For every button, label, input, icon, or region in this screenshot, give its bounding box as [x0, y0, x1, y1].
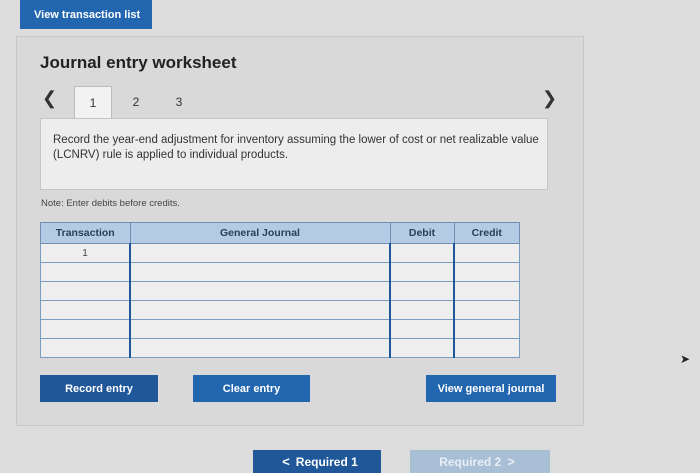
table-row — [40, 338, 520, 358]
table-row — [40, 281, 520, 301]
table-row — [40, 262, 520, 282]
credit-input[interactable] — [453, 281, 520, 301]
transaction-cell — [40, 281, 131, 301]
header-debit: Debit — [389, 222, 455, 244]
worksheet-tabs: ❮ 1 2 3 ❯ — [40, 86, 560, 118]
table-header-row: Transaction General Journal Debit Credit — [40, 222, 520, 244]
transaction-cell — [40, 338, 131, 358]
required-2-button[interactable]: Required 2 > — [410, 450, 550, 473]
credit-input[interactable] — [453, 319, 520, 339]
required-2-label: Required 2 — [439, 454, 502, 469]
chevron-left-icon[interactable]: ❮ — [42, 88, 57, 109]
required-1-label: Required 1 — [295, 454, 358, 469]
header-credit: Credit — [453, 222, 520, 244]
debit-input[interactable] — [389, 319, 455, 339]
journal-entry-table: Transaction General Journal Debit Credit… — [40, 222, 520, 358]
account-input[interactable] — [129, 281, 391, 301]
clear-entry-button[interactable]: Clear entry — [193, 375, 310, 402]
tab-1-label: 1 — [89, 95, 97, 110]
tab-2-label: 2 — [132, 95, 140, 109]
account-input[interactable] — [129, 243, 391, 263]
view-general-journal-label: View general journal — [437, 382, 545, 395]
table-row — [40, 300, 520, 320]
header-general-journal: General Journal — [129, 222, 391, 244]
credit-input[interactable] — [453, 243, 520, 263]
debit-input[interactable] — [389, 300, 455, 320]
view-transaction-list-label: View transaction list — [34, 8, 141, 21]
tab-3[interactable]: 3 — [160, 86, 198, 118]
chevron-right-icon: > — [507, 454, 515, 469]
table-row: 1 — [40, 243, 520, 263]
account-input[interactable] — [129, 262, 391, 282]
transaction-cell — [40, 319, 131, 339]
instructions-box: Record the year-end adjustment for inven… — [40, 118, 548, 190]
view-general-journal-button[interactable]: View general journal — [426, 375, 556, 402]
mouse-cursor-icon: ➤ — [680, 352, 691, 366]
transaction-cell — [40, 300, 131, 320]
debit-input[interactable] — [389, 262, 455, 282]
view-transaction-list-button[interactable]: View transaction list — [20, 0, 152, 29]
clear-entry-label: Clear entry — [222, 382, 281, 395]
required-1-button[interactable]: < Required 1 — [253, 450, 381, 473]
debit-input[interactable] — [389, 281, 455, 301]
credit-input[interactable] — [453, 338, 520, 358]
tab-1[interactable]: 1 — [74, 86, 112, 118]
transaction-cell: 1 — [40, 243, 131, 263]
account-input[interactable] — [129, 319, 391, 339]
instructions-text: Record the year-end adjustment for inven… — [53, 134, 539, 161]
tab-3-label: 3 — [175, 95, 183, 109]
account-input[interactable] — [129, 338, 391, 358]
chevron-right-icon[interactable]: ❯ — [542, 88, 557, 109]
table-row — [40, 319, 520, 339]
record-entry-label: Record entry — [65, 382, 133, 395]
note-text: Note: Enter debits before credits. — [41, 198, 180, 209]
credit-input[interactable] — [453, 262, 520, 282]
debit-input[interactable] — [389, 338, 455, 358]
account-input[interactable] — [129, 300, 391, 320]
worksheet-title: Journal entry worksheet — [40, 53, 237, 72]
header-transaction: Transaction — [40, 222, 131, 244]
credit-input[interactable] — [453, 300, 520, 320]
debit-input[interactable] — [389, 243, 455, 263]
transaction-cell — [40, 262, 131, 282]
tab-2[interactable]: 2 — [117, 86, 155, 118]
chevron-left-icon: < — [282, 454, 290, 469]
record-entry-button[interactable]: Record entry — [40, 375, 158, 402]
